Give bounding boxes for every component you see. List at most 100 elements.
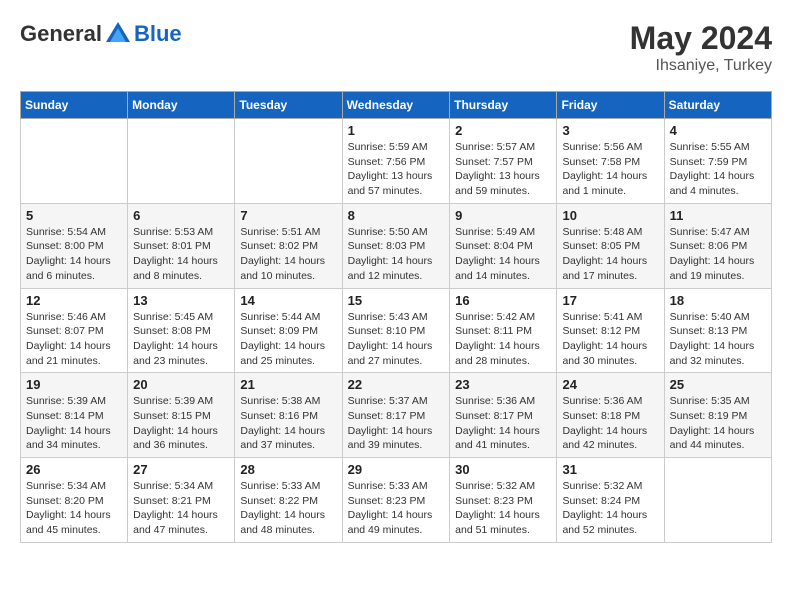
day-info: Sunset: 8:12 PM — [562, 324, 658, 339]
day-number: 15 — [348, 293, 445, 308]
day-info: Sunset: 8:23 PM — [455, 494, 551, 509]
day-number: 10 — [562, 208, 658, 223]
day-info: Sunset: 8:14 PM — [26, 409, 122, 424]
day-info: Daylight: 14 hours and 44 minutes. — [670, 424, 766, 453]
day-info: Daylight: 14 hours and 42 minutes. — [562, 424, 658, 453]
day-info: Sunset: 7:56 PM — [348, 155, 445, 170]
day-cell: 23Sunrise: 5:36 AMSunset: 8:17 PMDayligh… — [450, 373, 557, 458]
day-cell: 9Sunrise: 5:49 AMSunset: 8:04 PMDaylight… — [450, 203, 557, 288]
day-number: 13 — [133, 293, 229, 308]
day-info: Sunrise: 5:47 AM — [670, 225, 766, 240]
day-info: Daylight: 14 hours and 1 minute. — [562, 169, 658, 198]
day-info: Sunset: 8:07 PM — [26, 324, 122, 339]
day-info: Daylight: 14 hours and 51 minutes. — [455, 508, 551, 537]
day-info: Daylight: 14 hours and 21 minutes. — [26, 339, 122, 368]
day-info: Sunrise: 5:48 AM — [562, 225, 658, 240]
day-number: 25 — [670, 377, 766, 392]
day-info: Daylight: 14 hours and 39 minutes. — [348, 424, 445, 453]
day-info: Daylight: 14 hours and 32 minutes. — [670, 339, 766, 368]
day-info: Sunrise: 5:38 AM — [240, 394, 336, 409]
day-cell: 24Sunrise: 5:36 AMSunset: 8:18 PMDayligh… — [557, 373, 664, 458]
day-info: Sunset: 8:13 PM — [670, 324, 766, 339]
day-cell: 18Sunrise: 5:40 AMSunset: 8:13 PMDayligh… — [664, 288, 771, 373]
day-number: 5 — [26, 208, 122, 223]
day-info: Daylight: 14 hours and 25 minutes. — [240, 339, 336, 368]
day-info: Sunset: 8:05 PM — [562, 239, 658, 254]
day-info: Sunrise: 5:53 AM — [133, 225, 229, 240]
day-info: Sunrise: 5:33 AM — [348, 479, 445, 494]
day-info: Sunset: 8:08 PM — [133, 324, 229, 339]
day-info: Sunset: 8:10 PM — [348, 324, 445, 339]
day-info: Daylight: 14 hours and 19 minutes. — [670, 254, 766, 283]
day-number: 7 — [240, 208, 336, 223]
month-year: May 2024 — [630, 20, 772, 57]
day-info: Sunrise: 5:55 AM — [670, 140, 766, 155]
day-info: Daylight: 13 hours and 59 minutes. — [455, 169, 551, 198]
day-cell — [128, 119, 235, 204]
day-info: Sunrise: 5:50 AM — [348, 225, 445, 240]
day-info: Sunset: 8:15 PM — [133, 409, 229, 424]
logo: General Blue — [20, 20, 182, 48]
day-info: Daylight: 14 hours and 30 minutes. — [562, 339, 658, 368]
day-info: Sunrise: 5:45 AM — [133, 310, 229, 325]
day-info: Daylight: 14 hours and 34 minutes. — [26, 424, 122, 453]
day-info: Daylight: 14 hours and 28 minutes. — [455, 339, 551, 368]
day-info: Sunrise: 5:43 AM — [348, 310, 445, 325]
day-cell: 1Sunrise: 5:59 AMSunset: 7:56 PMDaylight… — [342, 119, 450, 204]
weekday-header-tuesday: Tuesday — [235, 92, 342, 119]
day-number: 17 — [562, 293, 658, 308]
day-info: Sunrise: 5:37 AM — [348, 394, 445, 409]
day-cell: 6Sunrise: 5:53 AMSunset: 8:01 PMDaylight… — [128, 203, 235, 288]
day-info: Sunrise: 5:41 AM — [562, 310, 658, 325]
day-number: 2 — [455, 123, 551, 138]
day-cell: 11Sunrise: 5:47 AMSunset: 8:06 PMDayligh… — [664, 203, 771, 288]
day-cell — [664, 458, 771, 543]
day-info: Sunset: 8:23 PM — [348, 494, 445, 509]
day-cell: 28Sunrise: 5:33 AMSunset: 8:22 PMDayligh… — [235, 458, 342, 543]
day-cell: 25Sunrise: 5:35 AMSunset: 8:19 PMDayligh… — [664, 373, 771, 458]
day-cell: 3Sunrise: 5:56 AMSunset: 7:58 PMDaylight… — [557, 119, 664, 204]
day-info: Sunset: 8:09 PM — [240, 324, 336, 339]
day-cell: 27Sunrise: 5:34 AMSunset: 8:21 PMDayligh… — [128, 458, 235, 543]
week-row-1: 1Sunrise: 5:59 AMSunset: 7:56 PMDaylight… — [21, 119, 772, 204]
day-info: Sunrise: 5:39 AM — [26, 394, 122, 409]
day-info: Sunset: 7:59 PM — [670, 155, 766, 170]
day-number: 27 — [133, 462, 229, 477]
week-row-5: 26Sunrise: 5:34 AMSunset: 8:20 PMDayligh… — [21, 458, 772, 543]
day-cell: 15Sunrise: 5:43 AMSunset: 8:10 PMDayligh… — [342, 288, 450, 373]
day-number: 26 — [26, 462, 122, 477]
day-cell: 19Sunrise: 5:39 AMSunset: 8:14 PMDayligh… — [21, 373, 128, 458]
title-block: May 2024 Ihsaniye, Turkey — [630, 20, 772, 75]
day-info: Sunset: 8:22 PM — [240, 494, 336, 509]
day-cell: 12Sunrise: 5:46 AMSunset: 8:07 PMDayligh… — [21, 288, 128, 373]
day-info: Sunset: 8:11 PM — [455, 324, 551, 339]
day-number: 4 — [670, 123, 766, 138]
day-cell: 7Sunrise: 5:51 AMSunset: 8:02 PMDaylight… — [235, 203, 342, 288]
day-info: Sunrise: 5:36 AM — [455, 394, 551, 409]
day-number: 24 — [562, 377, 658, 392]
day-cell: 17 Sunrise: 5:41 AMSunset: 8:12 PMDayligh… — [557, 288, 664, 373]
day-info: Daylight: 14 hours and 48 minutes. — [240, 508, 336, 537]
day-info: Sunrise: 5:39 AM — [133, 394, 229, 409]
day-info: Daylight: 14 hours and 6 minutes. — [26, 254, 122, 283]
day-info: Sunrise: 5:57 AM — [455, 140, 551, 155]
day-info: Daylight: 14 hours and 12 minutes. — [348, 254, 445, 283]
day-info: Sunset: 8:03 PM — [348, 239, 445, 254]
day-info: Sunrise: 5:49 AM — [455, 225, 551, 240]
day-info: Sunset: 8:01 PM — [133, 239, 229, 254]
day-cell: 16Sunrise: 5:42 AMSunset: 8:11 PMDayligh… — [450, 288, 557, 373]
day-cell — [235, 119, 342, 204]
day-number: 29 — [348, 462, 445, 477]
day-info: Sunrise: 5:34 AM — [133, 479, 229, 494]
logo-general: General — [20, 21, 102, 47]
day-info: Daylight: 14 hours and 14 minutes. — [455, 254, 551, 283]
day-info: Sunset: 8:06 PM — [670, 239, 766, 254]
day-cell: 30Sunrise: 5:32 AMSunset: 8:23 PMDayligh… — [450, 458, 557, 543]
day-info: Sunrise: 5:42 AM — [455, 310, 551, 325]
day-number: 22 — [348, 377, 445, 392]
day-info: Sunrise: 5:51 AM — [240, 225, 336, 240]
day-info: Sunrise: 5:44 AM — [240, 310, 336, 325]
day-info: Sunrise: 5:33 AM — [240, 479, 336, 494]
day-number: 12 — [26, 293, 122, 308]
day-info: Sunrise: 5:59 AM — [348, 140, 445, 155]
